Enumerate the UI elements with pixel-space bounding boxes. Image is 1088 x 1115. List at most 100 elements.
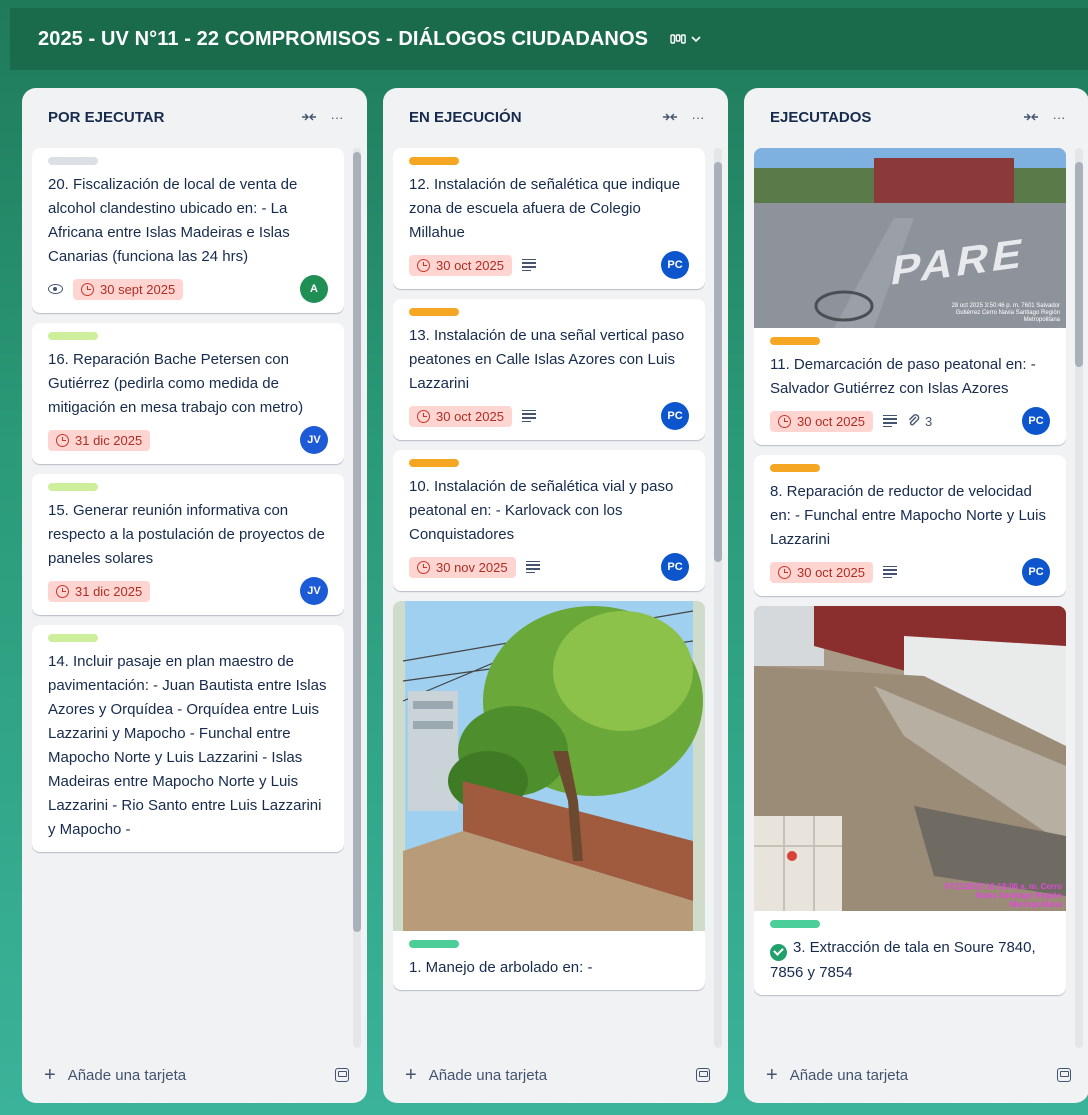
add-card-button[interactable]: + Añade una tarjeta: [766, 1065, 1057, 1085]
description-icon: [521, 258, 536, 272]
description-icon: [521, 409, 536, 423]
list-title[interactable]: EJECUTADOS: [770, 109, 1017, 126]
avatar[interactable]: PC: [661, 553, 689, 581]
clock-icon: [778, 414, 791, 428]
view-switcher[interactable]: [670, 33, 702, 45]
add-card-label: Añade una tarjeta: [428, 1066, 548, 1084]
list-menu-icon[interactable]: ···: [1045, 105, 1073, 129]
card[interactable]: 1. Manejo de arbolado en: -: [393, 601, 705, 990]
due-date-text: 30 oct 2025: [797, 564, 865, 580]
due-date-text: 30 oct 2025: [436, 408, 504, 424]
card[interactable]: 15. Generar reunión informativa con resp…: [32, 474, 344, 615]
card-label[interactable]: [770, 337, 820, 345]
avatar[interactable]: PC: [1022, 407, 1050, 435]
avatar[interactable]: PC: [661, 402, 689, 430]
board-title[interactable]: 2025 - UV N°11 - 22 COMPROMISOS - DIÁLOG…: [38, 28, 648, 51]
list-scrollbar[interactable]: [353, 148, 361, 1048]
add-card-button[interactable]: + Añade una tarjeta: [44, 1065, 335, 1085]
card[interactable]: 10. Instalación de señalética vial y pas…: [393, 450, 705, 591]
card[interactable]: 07/11/2025 10:18:06 a. m. Cerro Navia Sa…: [754, 606, 1066, 995]
paperclip-icon: [908, 414, 920, 426]
due-date-text: 30 sept 2025: [100, 281, 176, 297]
card-title: 14. Incluir pasaje en plan maestro de pa…: [48, 653, 327, 838]
card-label[interactable]: [48, 483, 98, 491]
description-icon: [525, 560, 540, 574]
due-date-text: 30 oct 2025: [797, 413, 865, 429]
due-date-badge[interactable]: 31 dic 2025: [48, 580, 151, 602]
avatar[interactable]: JV: [300, 426, 328, 454]
board-header: 2025 - UV N°11 - 22 COMPROMISOS - DIÁLOG…: [10, 8, 1088, 70]
due-date-text: 31 dic 2025: [75, 583, 143, 599]
list-scrollbar[interactable]: [714, 148, 722, 1048]
card[interactable]: 13. Instalación de una señal vertical pa…: [393, 299, 705, 440]
card-title: 8. Reparación de reductor de velocidad e…: [770, 483, 1046, 548]
card-badges: 30 oct 2025 3 PC: [770, 407, 1050, 435]
list-en-ejecucion: EN EJECUCIÓN ··· 12. Instalación de seña…: [383, 88, 728, 1103]
due-date-badge[interactable]: 30 oct 2025: [409, 254, 512, 276]
card-label[interactable]: [770, 920, 820, 928]
avatar[interactable]: JV: [300, 577, 328, 605]
due-date-badge[interactable]: 30 oct 2025: [409, 405, 512, 427]
plus-icon: +: [766, 1064, 778, 1086]
clock-icon: [56, 433, 69, 447]
avatar[interactable]: A: [300, 275, 328, 303]
card-label[interactable]: [409, 308, 459, 316]
card-template-icon[interactable]: [1057, 1068, 1071, 1082]
card-template-icon[interactable]: [696, 1068, 710, 1082]
list-ejecutados: EJECUTADOS ··· PARE 28 oct 2025 3:50:46 …: [744, 88, 1088, 1103]
card-title: 20. Fiscalización de local de venta de a…: [48, 176, 298, 265]
list-footer: + Añade una tarjeta: [744, 1047, 1088, 1103]
card[interactable]: 12. Instalación de señalética que indiqu…: [393, 148, 705, 289]
list-menu-icon[interactable]: ···: [684, 105, 712, 129]
card-list: PARE 28 oct 2025 3:50:46 p. m. 7601 Salv…: [754, 148, 1066, 1048]
list-header: EN EJECUCIÓN ···: [383, 88, 728, 146]
tree-photo: [393, 601, 705, 931]
card-label[interactable]: [409, 940, 459, 948]
due-date-badge[interactable]: 30 oct 2025: [770, 561, 873, 583]
due-date-badge[interactable]: 30 sept 2025: [73, 278, 184, 300]
card-cover-image: 07/11/2025 10:18:06 a. m. Cerro Navia Sa…: [754, 606, 1066, 911]
collapse-list-icon[interactable]: [295, 105, 323, 129]
photo-caption: 28 oct 2025 3:50:46 p. m. 7601 Salvador …: [951, 303, 1060, 323]
avatar[interactable]: PC: [661, 251, 689, 279]
list-title[interactable]: EN EJECUCIÓN: [409, 109, 656, 126]
card-list: 12. Instalación de señalética que indiqu…: [393, 148, 705, 1048]
collapse-list-icon[interactable]: [1017, 105, 1045, 129]
list-header: POR EJECUTAR ···: [22, 88, 367, 146]
complete-check-icon[interactable]: [770, 943, 787, 961]
collapse-list-icon[interactable]: [656, 105, 684, 129]
description-icon: [882, 414, 897, 428]
due-date-badge[interactable]: 30 oct 2025: [770, 410, 873, 432]
card-cover-image: [393, 601, 705, 931]
card[interactable]: 16. Reparación Bache Petersen con Gutiér…: [32, 323, 344, 464]
card-title: 16. Reparación Bache Petersen con Gutiér…: [48, 351, 304, 416]
card-label[interactable]: [48, 157, 98, 165]
card[interactable]: 14. Incluir pasaje en plan maestro de pa…: [32, 625, 344, 852]
card-badges: 30 nov 2025 PC: [409, 553, 689, 581]
clock-icon: [56, 584, 69, 598]
card-label[interactable]: [48, 634, 98, 642]
list-scrollbar[interactable]: [1075, 148, 1083, 1048]
attachments-badge: 3: [907, 414, 932, 429]
card-title: 15. Generar reunión informativa con resp…: [48, 502, 325, 567]
add-card-label: Añade una tarjeta: [67, 1066, 187, 1084]
avatar[interactable]: PC: [1022, 558, 1050, 586]
add-card-button[interactable]: + Añade una tarjeta: [405, 1065, 696, 1085]
watching-eye-icon: [48, 284, 63, 294]
list-title[interactable]: POR EJECUTAR: [48, 109, 295, 126]
card-label[interactable]: [409, 157, 459, 165]
due-date-badge[interactable]: 31 dic 2025: [48, 429, 151, 451]
list-header: EJECUTADOS ···: [744, 88, 1088, 146]
card[interactable]: 8. Reparación de reductor de velocidad e…: [754, 455, 1066, 596]
card[interactable]: PARE 28 oct 2025 3:50:46 p. m. 7601 Salv…: [754, 148, 1066, 445]
card[interactable]: 20. Fiscalización de local de venta de a…: [32, 148, 344, 313]
list-menu-icon[interactable]: ···: [323, 105, 351, 129]
card-title-text: 3. Extracción de tala en Soure 7840, 785…: [770, 939, 1036, 981]
card-label[interactable]: [409, 459, 459, 467]
card-label[interactable]: [770, 464, 820, 472]
due-date-badge[interactable]: 30 nov 2025: [409, 556, 516, 578]
card-badges: 30 oct 2025 PC: [770, 558, 1050, 586]
card-template-icon[interactable]: [335, 1068, 349, 1082]
card-label[interactable]: [48, 332, 98, 340]
clock-icon: [417, 409, 430, 423]
